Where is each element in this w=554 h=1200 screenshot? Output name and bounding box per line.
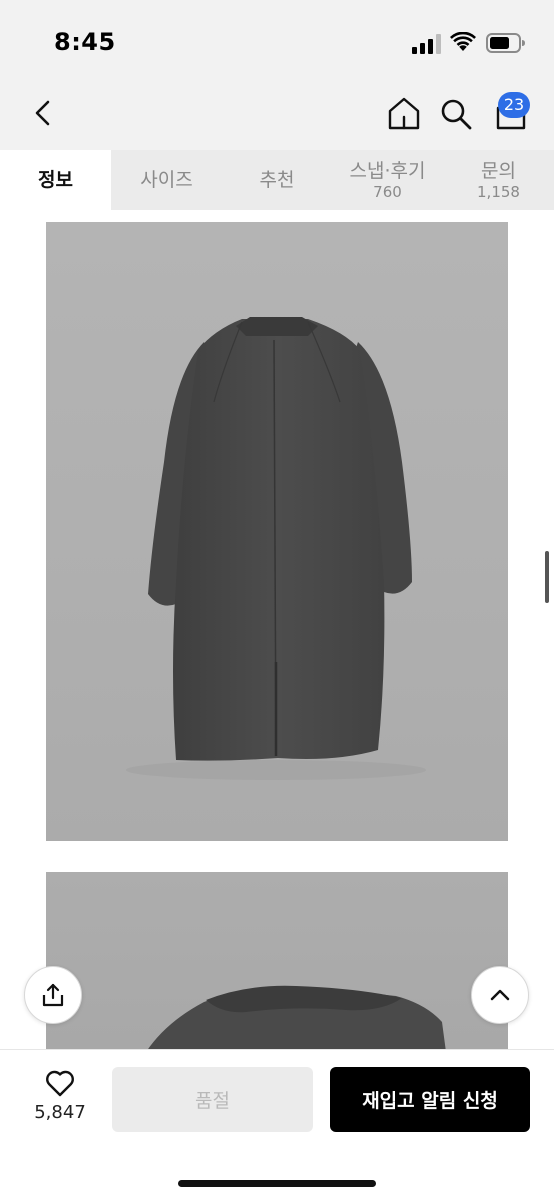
tab-info[interactable]: 정보 [0, 150, 111, 210]
scrollbar[interactable] [545, 551, 549, 603]
tab-snap-review[interactable]: 스냅·후기 760 [332, 150, 443, 210]
top-navigation-bar [0, 84, 554, 150]
product-tabs: 정보 사이즈 추천 스냅·후기 760 문의 1,158 [0, 150, 554, 210]
scroll-to-top-button[interactable] [471, 966, 529, 1024]
home-indicator [178, 1180, 376, 1187]
share-button[interactable] [24, 966, 82, 1024]
search-button[interactable] [438, 94, 474, 134]
bottom-action-bar: 5,847 품절 재입고 알림 신청 [0, 1049, 554, 1200]
tab-count: 760 [373, 182, 402, 201]
coat-back-illustration [126, 317, 426, 780]
tab-label: 문의 [481, 159, 516, 182]
tab-count: 1,158 [477, 182, 520, 201]
tab-label: 정보 [38, 169, 73, 191]
like-button[interactable]: 5,847 [28, 1068, 92, 1132]
coat-collar-illustration [146, 985, 446, 1052]
battery-icon [486, 33, 525, 53]
status-time: 8:45 [54, 28, 116, 56]
product-image [46, 872, 508, 1052]
share-icon [42, 983, 64, 1007]
like-count: 5,847 [34, 1102, 86, 1123]
product-image [46, 222, 508, 841]
tab-size[interactable]: 사이즈 [111, 150, 222, 210]
product-detail-screen: 8:45 23 정보 사이즈 추천 스냅·후기 760 문의 1,158 5,8… [0, 0, 554, 1200]
tab-label: 사이즈 [140, 169, 193, 191]
cart-count-badge: 23 [498, 92, 530, 118]
tab-inquiry[interactable]: 문의 1,158 [443, 150, 554, 210]
status-bar: 8:45 [0, 0, 554, 84]
heart-icon [46, 1070, 74, 1097]
wifi-icon [450, 32, 476, 51]
soldout-button: 품절 [112, 1067, 313, 1132]
chevron-up-icon [490, 989, 510, 1001]
back-button[interactable] [26, 96, 60, 130]
signal-icon [412, 34, 441, 54]
tab-recommend[interactable]: 추천 [222, 150, 332, 210]
tab-label: 스냅·후기 [349, 159, 426, 182]
home-button[interactable] [384, 94, 424, 134]
restock-alert-button[interactable]: 재입고 알림 신청 [330, 1067, 530, 1132]
tab-label: 추천 [259, 169, 295, 191]
